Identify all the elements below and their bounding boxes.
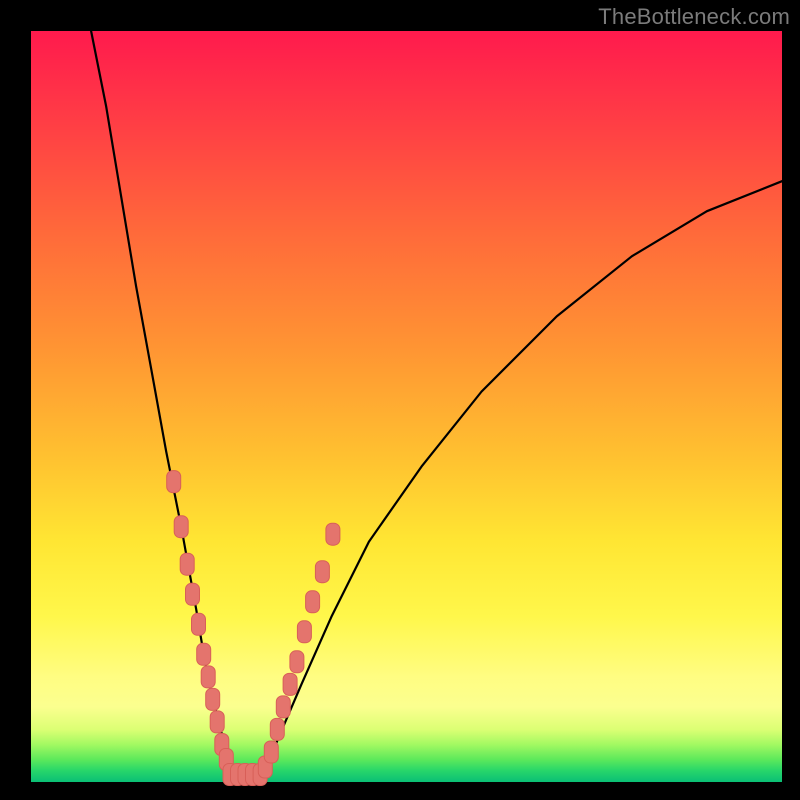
curve-marker: [306, 591, 320, 613]
curve-path: [91, 31, 782, 782]
curve-marker: [206, 688, 220, 710]
curve-marker: [210, 711, 224, 733]
curve-marker: [264, 741, 278, 763]
curve-marker: [192, 613, 206, 635]
chart-frame: TheBottleneck.com: [0, 0, 800, 800]
curve-marker: [297, 621, 311, 643]
bottleneck-curve: [91, 31, 782, 782]
curve-marker: [201, 666, 215, 688]
curve-marker: [315, 561, 329, 583]
curve-marker: [270, 718, 284, 740]
curve-marker: [276, 696, 290, 718]
chart-svg: [31, 31, 782, 782]
curve-marker: [197, 643, 211, 665]
plot-area: [31, 31, 782, 782]
curve-marker: [180, 553, 194, 575]
curve-marker: [290, 651, 304, 673]
curve-marker: [326, 523, 340, 545]
curve-marker: [283, 673, 297, 695]
curve-markers: [167, 471, 340, 786]
watermark-text: TheBottleneck.com: [598, 4, 790, 30]
curve-marker: [186, 583, 200, 605]
curve-marker: [174, 516, 188, 538]
curve-marker: [167, 471, 181, 493]
